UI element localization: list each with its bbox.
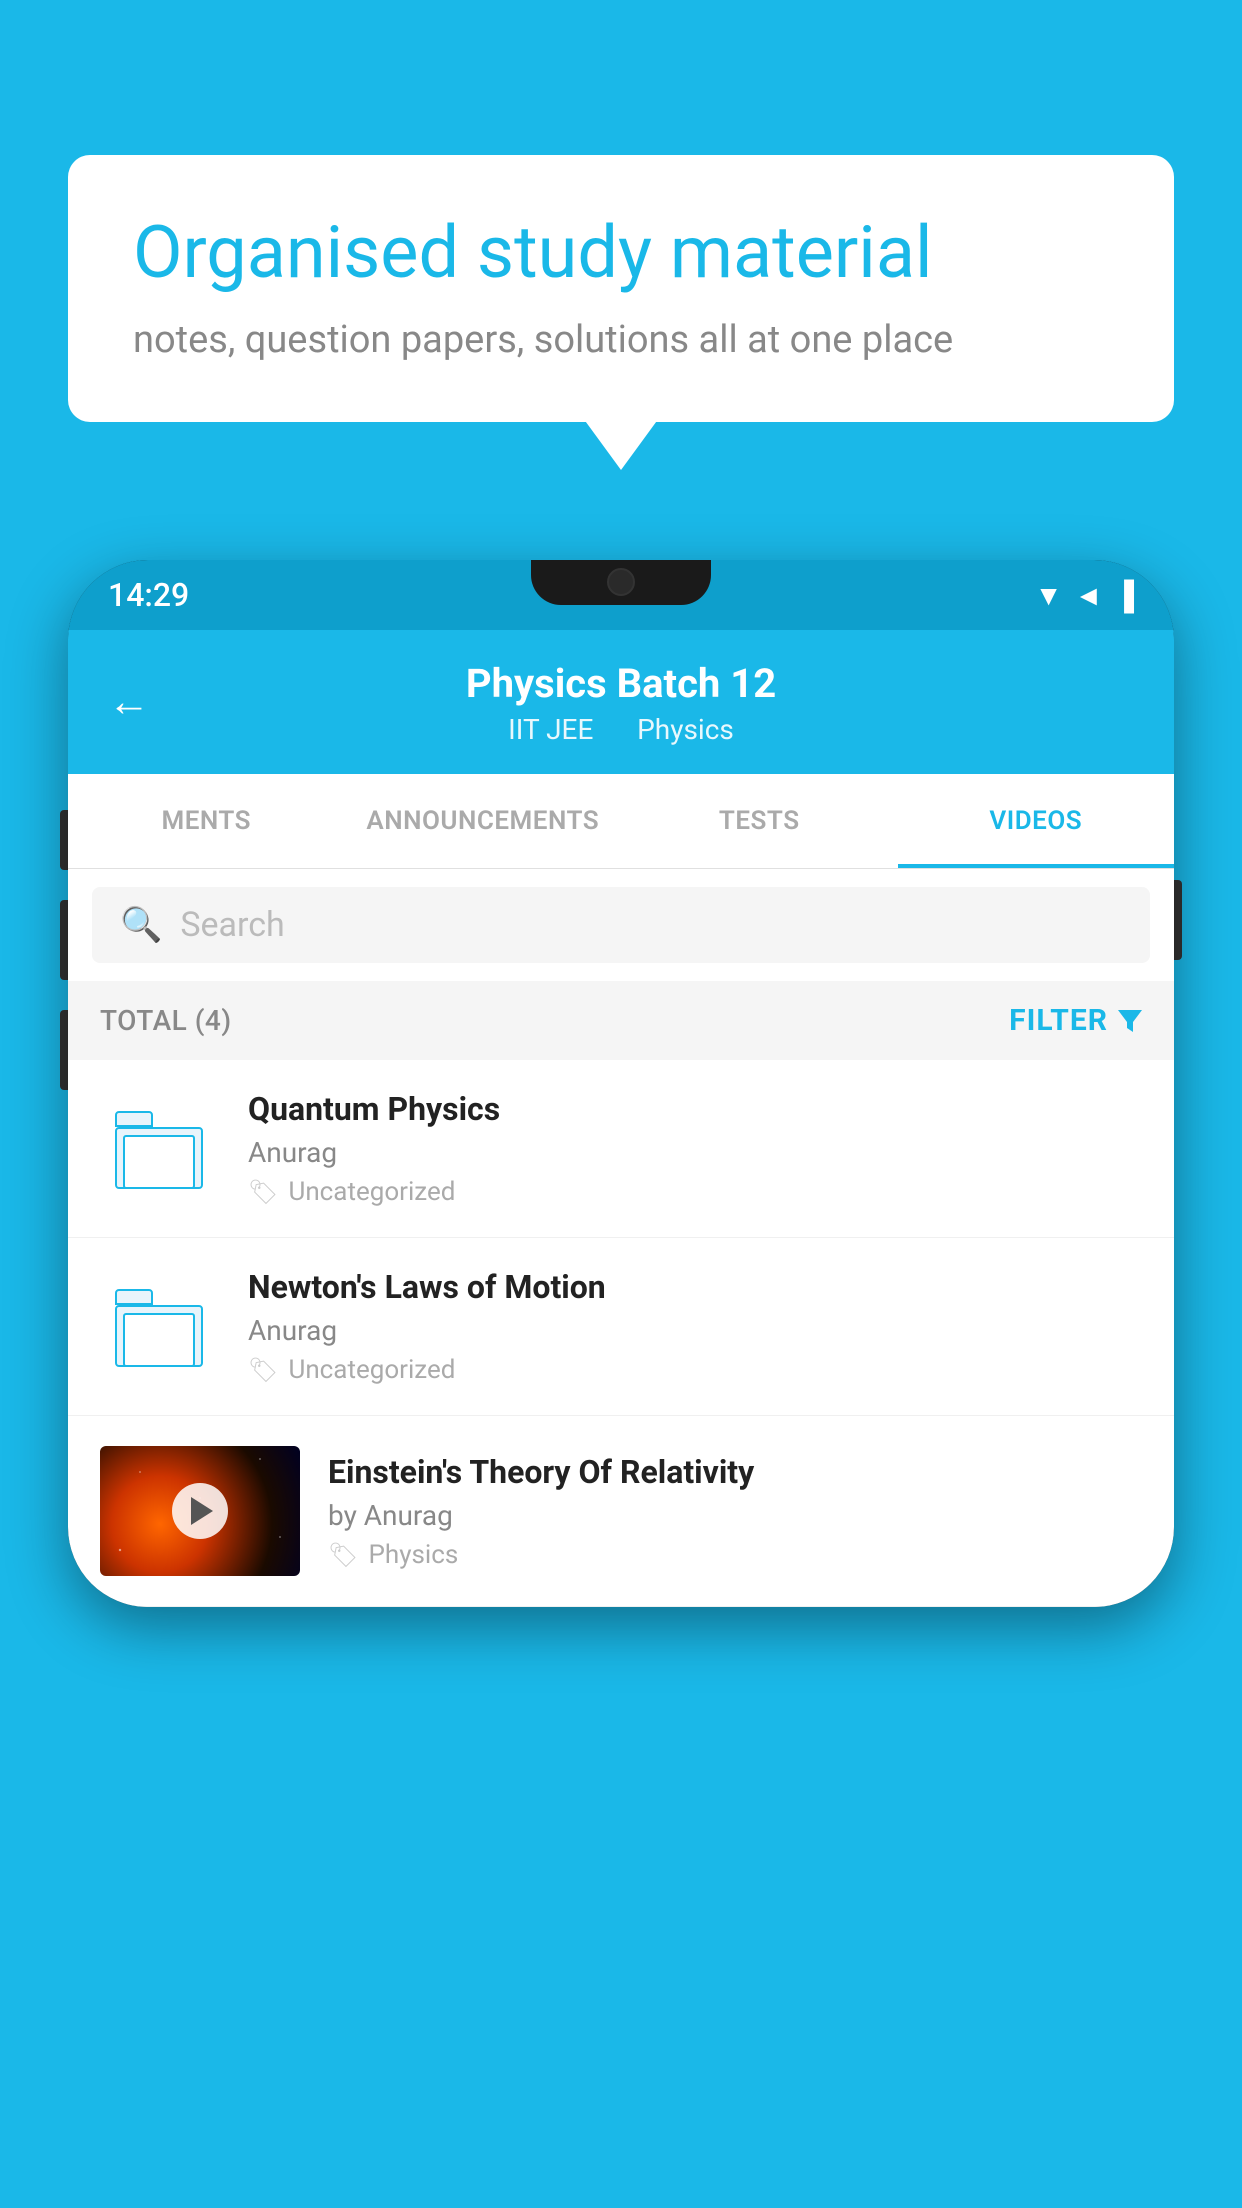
video-info: Newton's Laws of Motion Anurag 🏷 Uncateg… <box>248 1268 1142 1385</box>
video-tag: 🏷 Uncategorized <box>248 1355 1142 1385</box>
app-title: Physics Batch 12 <box>108 660 1134 707</box>
video-author: Anurag <box>248 1314 1142 1347</box>
search-placeholder: Search <box>180 905 284 945</box>
folder-icon <box>115 1287 205 1367</box>
filter-label: FILTER <box>1009 1003 1108 1038</box>
side-button-left-3 <box>60 1010 68 1090</box>
subtext: notes, question papers, solutions all at… <box>133 318 1109 362</box>
app-subtitle: IIT JEE Physics <box>108 713 1134 746</box>
list-item[interactable]: Newton's Laws of Motion Anurag 🏷 Uncateg… <box>68 1238 1174 1416</box>
video-tag: 🏷 Physics <box>328 1540 1142 1570</box>
file-icon-container <box>100 1104 220 1194</box>
list-item[interactable]: Quantum Physics Anurag 🏷 Uncategorized <box>68 1060 1174 1238</box>
video-info: Einstein's Theory Of Relativity by Anura… <box>328 1453 1142 1570</box>
speech-bubble-container: Organised study material notes, question… <box>68 155 1174 422</box>
filter-bar: TOTAL (4) FILTER <box>68 981 1174 1060</box>
tabs: MENTS ANNOUNCEMENTS TESTS VIDEOS <box>68 774 1174 869</box>
thumb-background <box>100 1446 300 1576</box>
subtitle-right: Physics <box>637 713 734 746</box>
tag-icon: 🏷 <box>248 1178 278 1206</box>
total-count: TOTAL (4) <box>100 1004 232 1037</box>
video-list: Quantum Physics Anurag 🏷 Uncategorized <box>68 1060 1174 1607</box>
back-button[interactable]: ← <box>108 678 150 727</box>
side-button-left-1 <box>60 810 68 870</box>
video-author: Anurag <box>248 1136 1142 1169</box>
front-camera <box>607 568 635 596</box>
tag-icon: 🏷 <box>248 1356 278 1384</box>
notch <box>531 560 711 605</box>
video-title: Einstein's Theory Of Relativity <box>328 1453 1142 1491</box>
search-icon: 🔍 <box>120 905 162 945</box>
stars-overlay <box>100 1446 300 1576</box>
file-icon-container <box>100 1282 220 1372</box>
status-bar: 14:29 ▼ ◄ ▐ <box>68 560 1174 630</box>
folder-tab <box>115 1111 153 1127</box>
search-bar[interactable]: 🔍 Search <box>92 887 1150 963</box>
tab-tests[interactable]: TESTS <box>621 774 898 868</box>
battery-icon: ▐ <box>1114 579 1134 612</box>
speech-bubble: Organised study material notes, question… <box>68 155 1174 422</box>
tag-icon: 🏷 <box>328 1541 358 1569</box>
search-container: 🔍 Search <box>68 869 1174 981</box>
status-icons: ▼ ◄ ▐ <box>1035 579 1134 612</box>
filter-button[interactable]: FILTER <box>1009 1003 1142 1038</box>
folder-front <box>123 1313 195 1367</box>
video-title: Quantum Physics <box>248 1090 1142 1128</box>
phone: 14:29 ▼ ◄ ▐ ← Physics Batch 12 IIT JEE P… <box>68 560 1174 1607</box>
wifi-icon: ▼ <box>1035 579 1063 612</box>
side-button-right <box>1174 880 1182 960</box>
list-item[interactable]: Einstein's Theory Of Relativity by Anura… <box>68 1416 1174 1607</box>
tab-videos[interactable]: VIDEOS <box>898 774 1175 868</box>
tag-label: Uncategorized <box>288 1177 455 1207</box>
subtitle-left: IIT JEE <box>508 713 593 746</box>
phone-container: 14:29 ▼ ◄ ▐ ← Physics Batch 12 IIT JEE P… <box>68 560 1174 2208</box>
tab-announcements[interactable]: ANNOUNCEMENTS <box>345 774 622 868</box>
headline: Organised study material <box>133 210 1109 296</box>
filter-icon <box>1118 1010 1142 1032</box>
tag-label: Uncategorized <box>288 1355 455 1385</box>
video-title: Newton's Laws of Motion <box>248 1268 1142 1306</box>
folder-tab <box>115 1289 153 1305</box>
video-info: Quantum Physics Anurag 🏷 Uncategorized <box>248 1090 1142 1207</box>
signal-icon: ◄ <box>1074 579 1102 612</box>
video-thumbnail <box>100 1446 300 1576</box>
status-time: 14:29 <box>108 576 189 614</box>
folder-icon <box>115 1109 205 1189</box>
phone-wrapper: 14:29 ▼ ◄ ▐ ← Physics Batch 12 IIT JEE P… <box>68 560 1174 1607</box>
folder-front <box>123 1135 195 1189</box>
app-header: ← Physics Batch 12 IIT JEE Physics <box>68 630 1174 774</box>
tag-label: Physics <box>368 1540 458 1570</box>
video-tag: 🏷 Uncategorized <box>248 1177 1142 1207</box>
video-author: by Anurag <box>328 1499 1142 1532</box>
tab-ments[interactable]: MENTS <box>68 774 345 868</box>
side-button-left-2 <box>60 900 68 980</box>
